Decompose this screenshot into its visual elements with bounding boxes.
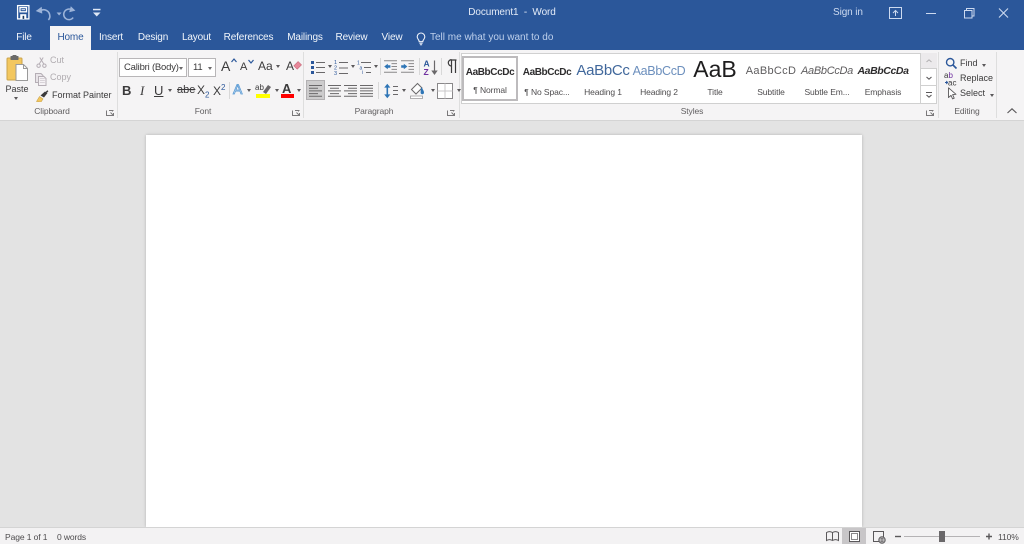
svg-text:i: i bbox=[362, 70, 363, 74]
svg-text:ac: ac bbox=[948, 79, 956, 87]
svg-text:ab: ab bbox=[255, 83, 264, 92]
svg-text:3: 3 bbox=[334, 71, 337, 75]
svg-text:Z: Z bbox=[424, 67, 429, 75]
